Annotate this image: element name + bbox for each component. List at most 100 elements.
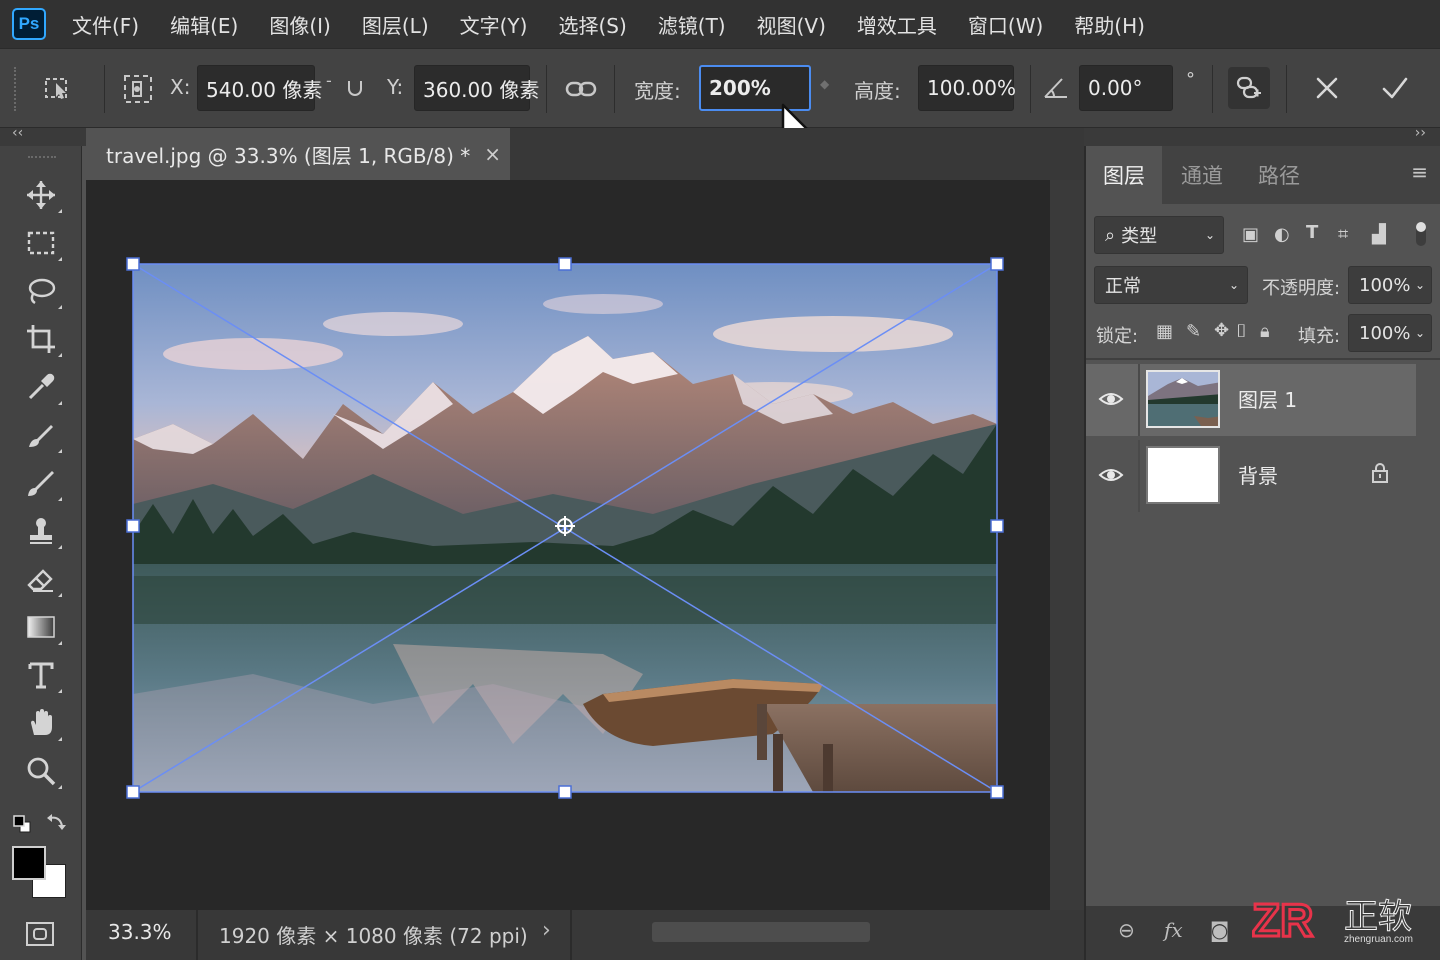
collapse-toolbar-icon[interactable]: ‹‹	[12, 125, 23, 141]
fill-field[interactable]: 100% ⌄	[1348, 314, 1432, 352]
link-dot-icon: ◆	[820, 77, 830, 91]
menu-type[interactable]: 文字(Y)	[460, 10, 528, 39]
layer-filter-select[interactable]: ⌕ 类型 ⌄	[1094, 216, 1224, 254]
layer-name[interactable]: 图层 1	[1238, 384, 1297, 413]
separator	[1212, 65, 1213, 113]
eyedropper-tool[interactable]	[20, 366, 62, 408]
opacity-field[interactable]: 100% ⌄	[1348, 266, 1432, 304]
lock-all-icon[interactable]: 🔒︎	[1260, 321, 1270, 342]
vertical-scrollbar[interactable]	[1050, 180, 1084, 910]
zoom-tool[interactable]	[20, 750, 62, 792]
lasso-icon	[28, 278, 56, 305]
separator	[1138, 440, 1140, 512]
warp-mode-button[interactable]	[1228, 67, 1270, 109]
move-tool[interactable]	[20, 174, 62, 216]
fill-value: 100%	[1359, 322, 1411, 344]
healing-brush-tool[interactable]	[20, 414, 62, 456]
menu-file[interactable]: 文件(F)	[72, 10, 139, 39]
document-tab[interactable]: travel.jpg @ 33.3% (图层 1, RGB/8) * ×	[86, 128, 510, 180]
toolbar-grip[interactable]	[28, 156, 56, 160]
pixel-filter-icon[interactable]: ▣	[1242, 224, 1259, 245]
canvas-area[interactable]	[86, 180, 1050, 910]
lock-icon[interactable]	[1370, 462, 1390, 484]
tab-channels[interactable]: 通道	[1181, 160, 1223, 190]
foreground-color-swatch[interactable]	[12, 846, 46, 880]
free-transform-bounding-box[interactable]	[86, 180, 1050, 910]
menu-filter[interactable]: 滤镜(T)	[658, 10, 726, 39]
type-tool[interactable]	[20, 654, 62, 696]
brush-tool[interactable]	[20, 462, 62, 504]
visibility-eye-icon[interactable]	[1098, 388, 1124, 410]
panel-menu-icon[interactable]: ≡	[1411, 160, 1428, 184]
opacity-label: 不透明度:	[1262, 278, 1341, 299]
menu-edit[interactable]: 编辑(E)	[170, 10, 238, 39]
height-field[interactable]: 100.00%	[918, 65, 1016, 111]
adjustment-filter-icon[interactable]: ◐	[1274, 224, 1290, 245]
eraser-tool[interactable]	[20, 558, 62, 600]
smart-object-filter-icon[interactable]: ▟	[1372, 224, 1386, 245]
reference-point-icon[interactable]	[122, 73, 154, 109]
link-layers-icon[interactable]: ⊖	[1118, 918, 1135, 942]
close-icon	[1316, 77, 1338, 99]
filter-label: 类型	[1121, 226, 1158, 247]
gradient-tool[interactable]	[20, 606, 62, 648]
menu-view[interactable]: 视图(V)	[757, 10, 826, 39]
quick-mask-icon[interactable]	[24, 920, 56, 952]
layer-name[interactable]: 背景	[1238, 460, 1278, 489]
options-grip[interactable]	[14, 67, 16, 111]
angle-field[interactable]: 0.00°	[1079, 65, 1173, 111]
marquee-tool[interactable]	[20, 222, 62, 264]
menu-window[interactable]: 窗口(W)	[968, 10, 1043, 39]
lock-position-icon[interactable]: ✥	[1214, 320, 1229, 341]
layer-style-fx-icon[interactable]: fx	[1164, 918, 1183, 942]
y-position-field[interactable]: 360.00 像素	[414, 65, 539, 111]
separator	[1086, 358, 1440, 360]
svg-text:正软: 正软	[1344, 897, 1412, 937]
transform-tool-icon[interactable]	[40, 71, 74, 109]
menu-select[interactable]: 选择(S)	[558, 10, 626, 39]
width-label: 宽度:	[634, 79, 681, 103]
stamp-icon	[30, 518, 52, 544]
lock-pixels-icon[interactable]: ✎	[1186, 321, 1201, 342]
app-logo: Ps	[12, 8, 46, 40]
horizontal-scrollbar[interactable]	[652, 922, 870, 942]
eyedropper-icon	[28, 373, 55, 400]
add-mask-icon[interactable]: ◙	[1210, 918, 1229, 942]
cancel-transform-button[interactable]	[1301, 63, 1353, 113]
tab-layers[interactable]: 图层	[1103, 160, 1145, 190]
status-bar: 33.3% 1920 像素 × 1080 像素 (72 ppi) ›	[86, 910, 1084, 960]
link-aspect-icon[interactable]	[564, 73, 598, 109]
rotate-angle-icon	[1042, 75, 1070, 105]
warp-icon	[1236, 76, 1261, 99]
zoom-level[interactable]: 33.3%	[108, 920, 172, 944]
separator	[196, 910, 198, 960]
lock-artboard-icon[interactable]: ⌷	[1236, 321, 1247, 342]
close-tab-icon[interactable]: ×	[484, 142, 501, 166]
relative-position-icon[interactable]	[345, 77, 365, 103]
crop-tool[interactable]	[20, 318, 62, 360]
lasso-tool[interactable]	[20, 270, 62, 312]
tab-paths[interactable]: 路径	[1258, 160, 1300, 190]
menu-image[interactable]: 图像(I)	[269, 10, 331, 39]
menu-plugins[interactable]: 增效工具	[857, 10, 937, 39]
swap-colors-icon[interactable]	[46, 812, 68, 838]
blend-mode-select[interactable]: 正常 ⌄	[1094, 266, 1248, 304]
lock-transparency-icon[interactable]: ▦	[1156, 321, 1173, 342]
chevron-right-icon[interactable]: ›	[542, 918, 551, 943]
type-filter-icon[interactable]: T	[1306, 222, 1318, 243]
default-colors-icon[interactable]	[12, 814, 32, 838]
commit-transform-button[interactable]	[1369, 63, 1421, 113]
separator	[1286, 65, 1287, 113]
filter-toggle[interactable]	[1416, 222, 1426, 246]
collapse-panels-icon[interactable]: ››	[1415, 125, 1426, 141]
options-bar: X: 540.00 像素 - Y: 360.00 像素 宽度: 200% ◆ 高…	[0, 48, 1440, 155]
shape-filter-icon[interactable]: ⌗	[1338, 224, 1348, 245]
x-position-field[interactable]: 540.00 像素	[197, 65, 322, 111]
hand-tool[interactable]	[20, 702, 62, 744]
visibility-eye-icon[interactable]	[1098, 464, 1124, 486]
layer-row-background[interactable]: 背景	[1086, 440, 1416, 512]
menu-help[interactable]: 帮助(H)	[1074, 10, 1145, 39]
menu-layer[interactable]: 图层(L)	[362, 10, 429, 39]
layer-row-layer-1[interactable]: 图层 1	[1086, 364, 1416, 436]
clone-stamp-tool[interactable]	[20, 510, 62, 552]
